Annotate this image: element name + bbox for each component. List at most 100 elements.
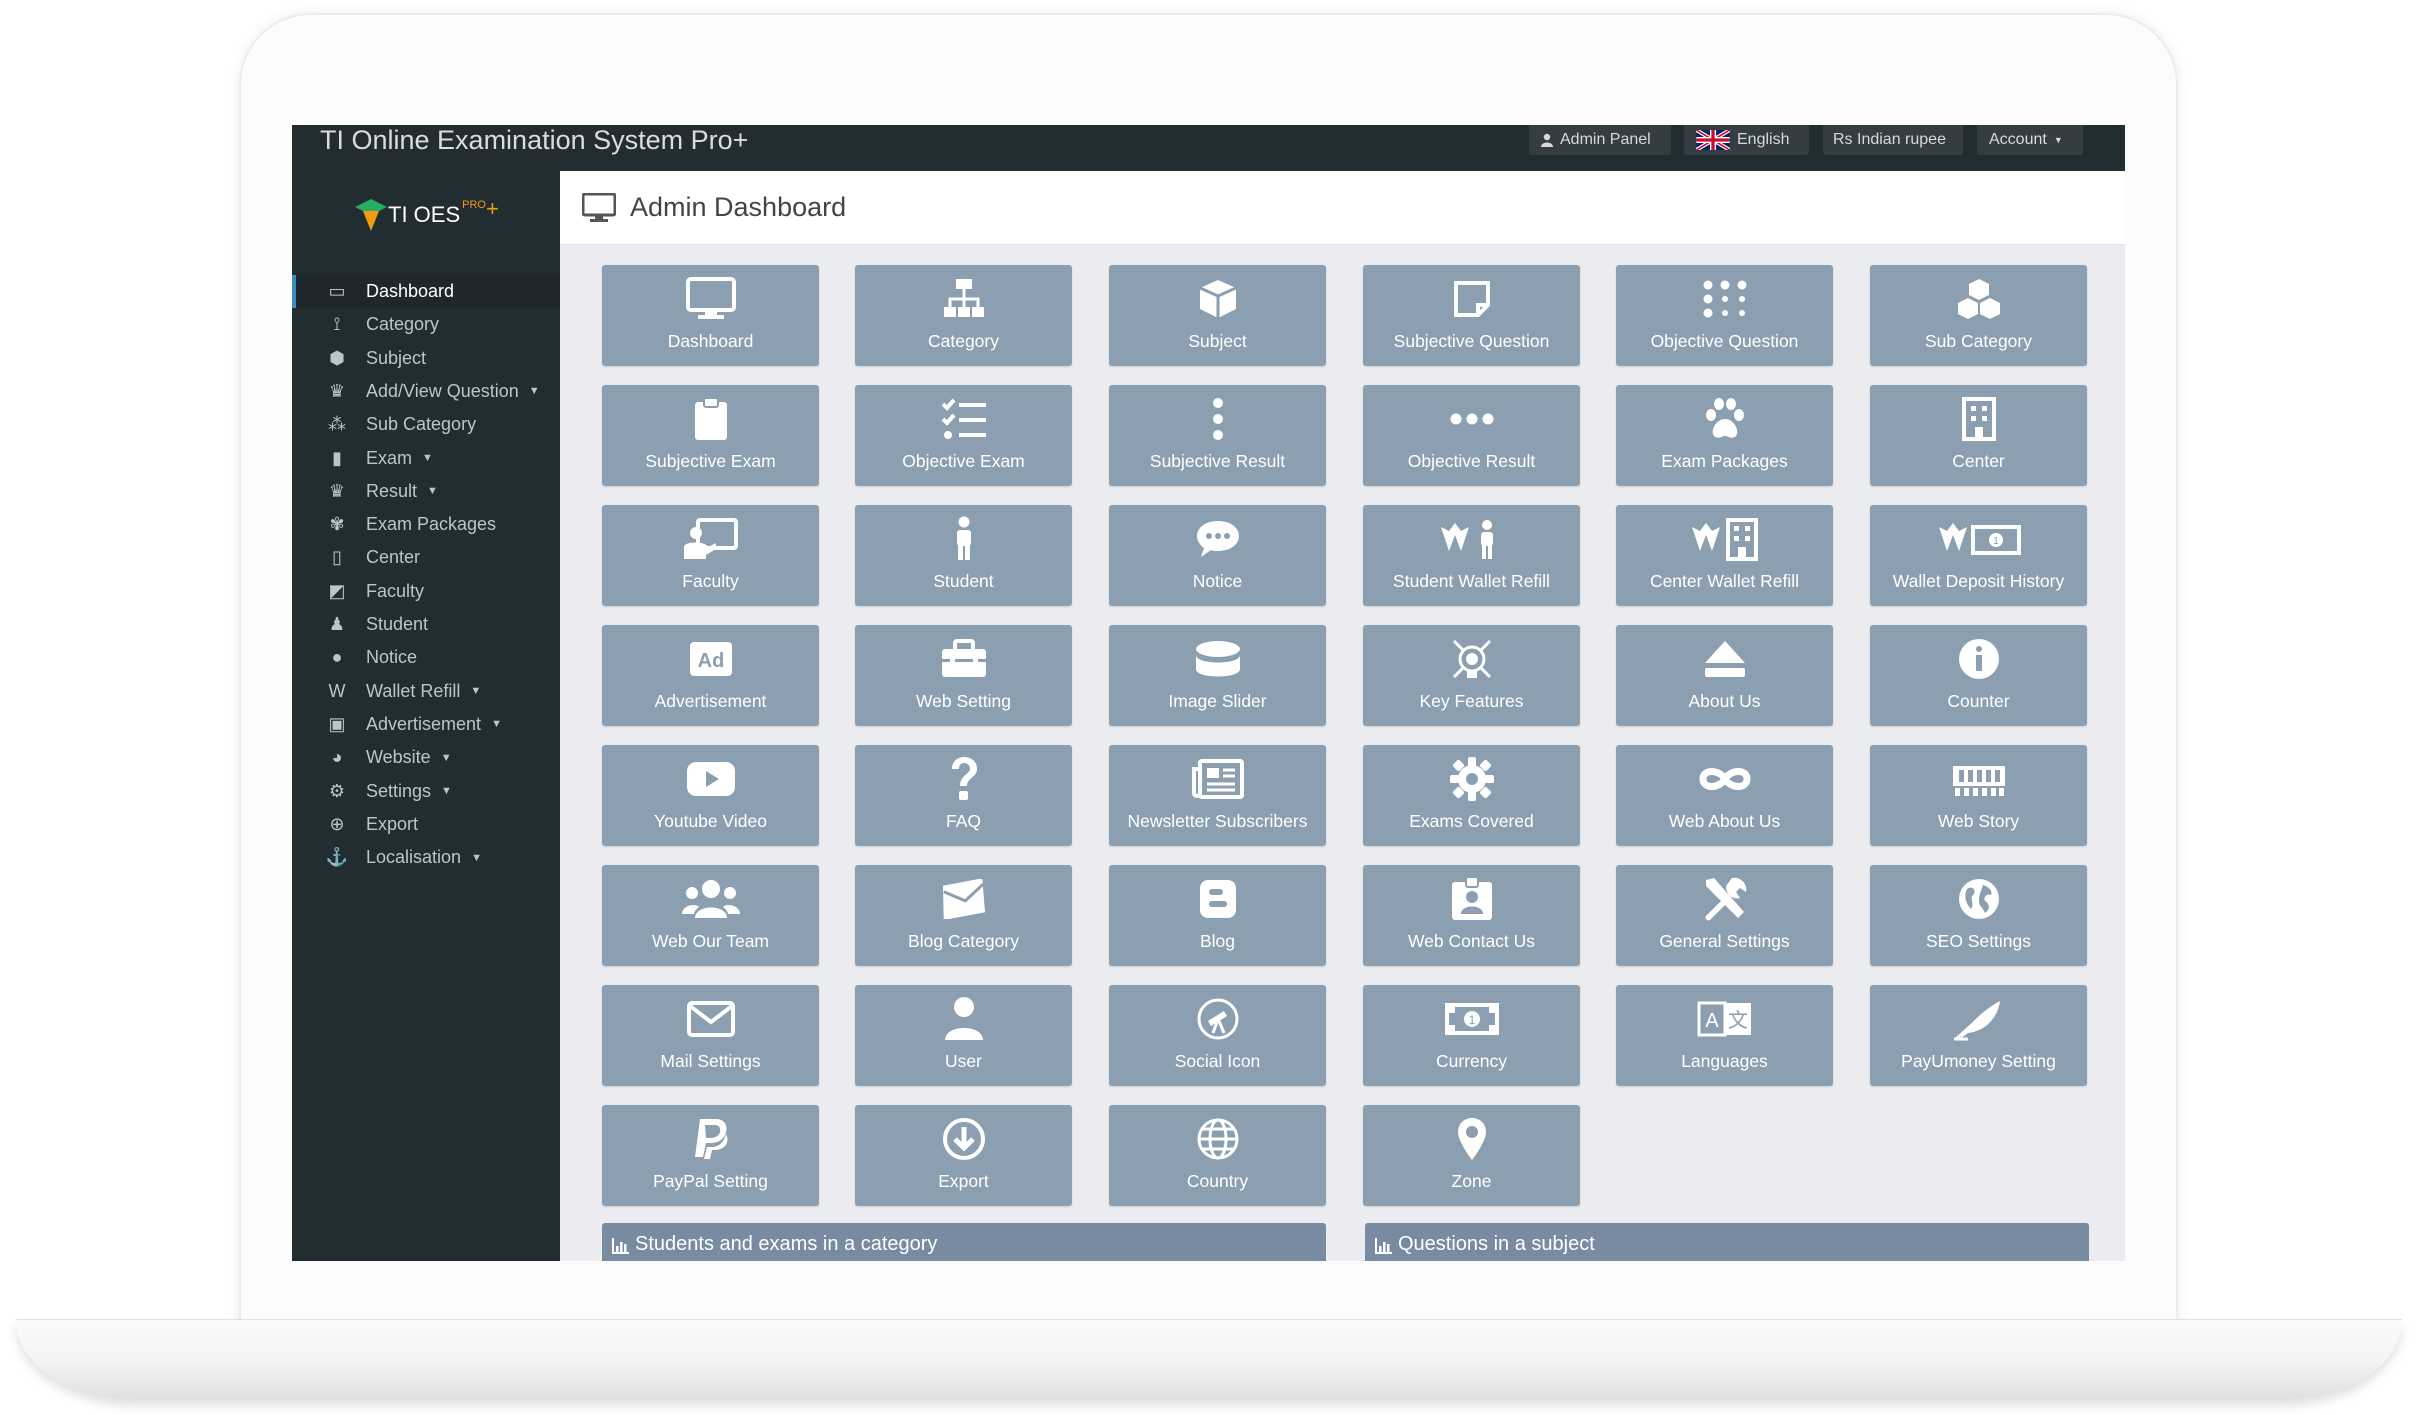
tile-social-icon[interactable]: Social Icon — [1109, 985, 1326, 1086]
tile-objective-question[interactable]: Objective Question — [1616, 265, 1833, 366]
anchor-icon: ⚓ — [325, 847, 349, 868]
caret-down-icon: ▼ — [441, 785, 452, 797]
tile-center-wallet-refill[interactable]: Center Wallet Refill — [1616, 505, 1833, 606]
map-marker-icon — [1363, 1117, 1580, 1161]
tile-counter[interactable]: Counter — [1870, 625, 2087, 726]
sidebar-item-label: Wallet Refill — [366, 680, 461, 701]
sidebar-item-label: Localisation — [366, 847, 462, 868]
tile-country[interactable]: Country — [1109, 1105, 1326, 1206]
tile-label: PayPal Setting — [653, 1171, 768, 1191]
tile-image-slider[interactable]: Image Slider — [1109, 625, 1326, 726]
tile-center[interactable]: Center — [1870, 385, 2087, 486]
tile-zone[interactable]: Zone — [1363, 1105, 1580, 1206]
sidebar-item-notice[interactable]: ● Notice — [292, 641, 560, 674]
sidebar-item-export[interactable]: ⊕ Export — [292, 808, 560, 841]
tile-general-settings[interactable]: General Settings — [1616, 865, 1833, 966]
tile-dashboard[interactable]: Dashboard — [602, 265, 819, 366]
clipboard-icon — [602, 397, 819, 441]
tile-newsletter-subscribers[interactable]: Newsletter Subscribers — [1109, 745, 1326, 846]
sidebar-item-exam[interactable]: ▮ Exam ▼ — [292, 442, 560, 475]
tile-label: Objective Result — [1407, 451, 1536, 471]
sidebar-item-subject[interactable]: ⬢ Subject — [292, 342, 560, 375]
tile-subjective-result[interactable]: Subjective Result — [1109, 385, 1326, 486]
money-bill-icon: 1 — [1363, 997, 1580, 1041]
tile-advertisement[interactable]: Ad Advertisement — [602, 625, 819, 726]
tile-label: Currency — [1436, 1051, 1507, 1071]
tile-faq[interactable]: FAQ — [855, 745, 1072, 846]
vertical-ellipsis-icon — [1109, 397, 1326, 441]
tile-notice[interactable]: Notice — [1109, 505, 1326, 606]
sidebar-item-dashboard[interactable]: ▭ Dashboard — [292, 275, 560, 308]
sitemap-icon: ⟟ — [333, 314, 341, 335]
tile-subject[interactable]: Subject — [1109, 265, 1326, 366]
teacher-icon: ◩ — [328, 580, 346, 601]
tile-wallet-deposit-history[interactable]: 1 Wallet Deposit History — [1870, 505, 2087, 606]
tile-youtube-video[interactable]: Youtube Video — [602, 745, 819, 846]
telescope-icon — [1109, 997, 1326, 1041]
sidebar-item-wallet-refill[interactable]: W Wallet Refill ▼ — [292, 675, 560, 708]
sidebar-item-sub-category[interactable]: ⁂ Sub Category — [292, 408, 560, 441]
tile-label: PayUmoney Setting — [1901, 1051, 2056, 1071]
building-icon: ▯ — [332, 547, 342, 568]
sidebar-item-add-view-question[interactable]: ♛ Add/View Question ▼ — [292, 375, 560, 408]
tile-user[interactable]: User — [855, 985, 1072, 1086]
tile-paypal-setting[interactable]: PayPal Setting — [602, 1105, 819, 1206]
tile-label: Wallet Deposit History — [1892, 571, 2065, 591]
users-icon — [602, 877, 819, 921]
tile-mail-settings[interactable]: Mail Settings — [602, 985, 819, 1086]
tile-web-setting[interactable]: Web Setting — [855, 625, 1072, 726]
sidebar-item-faculty[interactable]: ◩ Faculty — [292, 575, 560, 608]
satellite-icon — [1363, 637, 1580, 681]
monitor-icon — [602, 277, 819, 321]
sidebar-item-advertisement[interactable]: ▣ Advertisement ▼ — [292, 708, 560, 741]
tile-export[interactable]: Export — [855, 1105, 1072, 1206]
tile-label: Social Icon — [1174, 1051, 1261, 1071]
tile-about-us[interactable]: About Us — [1616, 625, 1833, 726]
sidebar-item-settings[interactable]: ⚙ Settings ▼ — [292, 775, 560, 808]
sidebar-item-student[interactable]: ♟ Student — [292, 608, 560, 641]
memory-icon — [1870, 757, 2087, 801]
download-icon — [855, 1117, 1072, 1161]
account-button[interactable]: Account ▼ — [1977, 125, 2083, 155]
sidebar-item-center[interactable]: ▯ Center — [292, 541, 560, 574]
tile-seo-settings[interactable]: SEO Settings — [1870, 865, 2087, 966]
tile-sub-category[interactable]: Sub Category — [1870, 265, 2087, 366]
tile-student[interactable]: Student — [855, 505, 1072, 606]
tile-currency[interactable]: 1 Currency — [1363, 985, 1580, 1086]
sidebar-item-website[interactable]: ◕ Website ▼ — [292, 741, 560, 774]
tile-key-features[interactable]: Key Features — [1363, 625, 1580, 726]
language-button[interactable]: English — [1684, 125, 1809, 155]
tile-subjective-exam[interactable]: Subjective Exam — [602, 385, 819, 486]
tile-objective-result[interactable]: Objective Result — [1363, 385, 1580, 486]
tile-objective-exam[interactable]: Objective Exam — [855, 385, 1072, 486]
currency-button[interactable]: Rs Indian rupee — [1823, 125, 1963, 155]
tile-label: Objective Exam — [902, 451, 1025, 471]
admin-panel-label: Admin Panel — [1560, 131, 1651, 148]
svg-text:1: 1 — [1993, 536, 1999, 547]
tile-web-contact-us[interactable]: Web Contact Us — [1363, 865, 1580, 966]
sidebar-item-localisation[interactable]: ⚓ Localisation ▼ — [292, 841, 560, 874]
tile-web-about-us[interactable]: Web About Us — [1616, 745, 1833, 846]
tile-category[interactable]: Category — [855, 265, 1072, 366]
tile-languages[interactable]: A 文 Languages — [1616, 985, 1833, 1086]
toolbox-icon — [855, 637, 1072, 681]
tile-exam-packages[interactable]: Exam Packages — [1616, 385, 1833, 486]
sidebar-item-label: Dashboard — [366, 281, 455, 301]
tile-web-our-team[interactable]: Web Our Team — [602, 865, 819, 966]
tile-blog[interactable]: Blog — [1109, 865, 1326, 966]
sidebar-item-exam-packages[interactable]: ✾ Exam Packages — [292, 508, 560, 541]
sidebar-item-category[interactable]: ⟟ Category — [292, 308, 560, 341]
tile-payumoney-setting[interactable]: PayUmoney Setting — [1870, 985, 2087, 1086]
tile-exams-covered[interactable]: Exams Covered — [1363, 745, 1580, 846]
sidebar: TI OES PRO + ▭ Dashboard ⟟ Category ⬢ Subject… — [292, 171, 560, 1261]
tile-web-story[interactable]: Web Story — [1870, 745, 2087, 846]
tile-subjective-question[interactable]: Subjective Question — [1363, 265, 1580, 366]
bar-chart-icon — [612, 1238, 629, 1254]
tile-blog-category[interactable]: Blog Category — [855, 865, 1072, 966]
svg-text:Ad: Ad — [697, 650, 724, 672]
tile-student-wallet-refill[interactable]: Student Wallet Refill — [1363, 505, 1580, 606]
admin-panel-button[interactable]: Admin Panel — [1529, 125, 1671, 155]
tile-faculty[interactable]: Faculty — [602, 505, 819, 606]
sidebar-item-result[interactable]: ♛ Result ▼ — [292, 475, 560, 508]
sidebar-item-label: Settings — [366, 780, 432, 801]
